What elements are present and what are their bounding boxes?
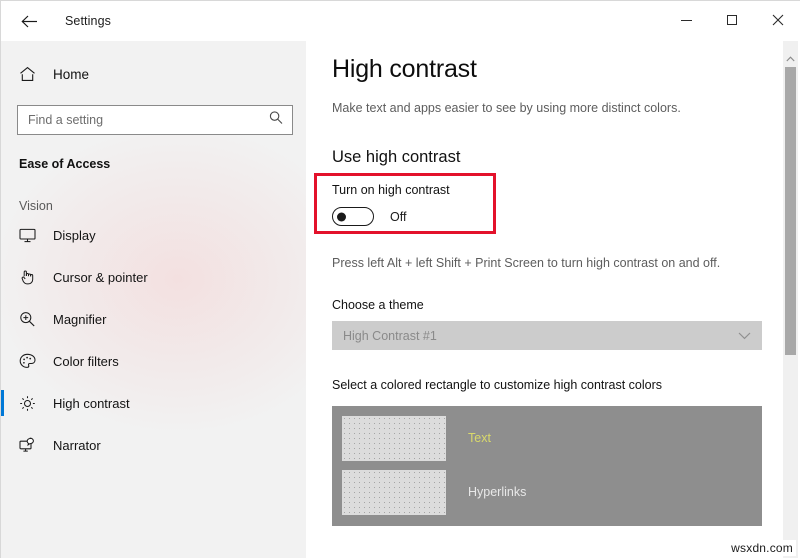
high-contrast-toggle-switch[interactable] [332, 207, 374, 226]
sidebar-item-cursor-pointer[interactable]: Cursor & pointer [1, 257, 306, 297]
high-contrast-toggle-group: Turn on high contrast Off [314, 173, 500, 234]
sidebar-item-label: Narrator [53, 437, 101, 453]
sidebar-item-label: Color filters [53, 353, 119, 369]
window-title: Settings [65, 14, 111, 28]
sidebar-group-vision: Vision [19, 199, 53, 213]
swatch-label-hyperlinks: Hyperlinks [468, 485, 527, 499]
choose-theme-label: Choose a theme [332, 298, 424, 312]
section-heading-use-high-contrast: Use high contrast [332, 148, 461, 166]
toggle-state-label: Off [390, 209, 407, 224]
theme-dropdown[interactable]: High Contrast #1 [332, 321, 762, 350]
sidebar-item-label: Magnifier [53, 311, 107, 327]
window-controls [663, 1, 800, 39]
cursor-pointer-icon [19, 269, 45, 285]
keyboard-shortcut-hint: Press left Alt + left Shift + Print Scre… [332, 256, 721, 270]
sidebar-category-title: Ease of Access [19, 157, 111, 171]
sidebar-item-color-filters[interactable]: Color filters [1, 341, 306, 381]
settings-window: Settings Home Find a setting Ease of Acc… [0, 0, 800, 558]
search-icon [269, 111, 283, 130]
scrollbar-thumb[interactable] [785, 67, 796, 355]
monitor-icon [19, 228, 45, 243]
color-swatch-hyperlinks[interactable] [342, 469, 446, 515]
selection-indicator [1, 390, 4, 416]
sidebar-item-magnifier[interactable]: Magnifier [1, 299, 306, 339]
sidebar-item-high-contrast[interactable]: High contrast [1, 383, 306, 423]
content-scrollbar[interactable] [783, 41, 798, 558]
theme-dropdown-value: High Contrast #1 [343, 328, 437, 343]
close-icon [772, 14, 784, 26]
sidebar-item-label: Cursor & pointer [53, 269, 148, 285]
chevron-up-icon [786, 56, 795, 62]
color-preview-panel: Text Hyperlinks [332, 406, 762, 526]
toggle-row: Off [332, 207, 500, 226]
swatch-row-hyperlinks: Hyperlinks [342, 468, 762, 516]
home-label: Home [53, 66, 90, 82]
swatch-label-text: Text [468, 431, 491, 445]
back-button[interactable] [7, 5, 51, 37]
swatch-row-text: Text [342, 414, 762, 462]
maximize-button[interactable] [709, 1, 755, 39]
chevron-down-icon [738, 327, 751, 345]
sidebar-item-label: Display [53, 227, 96, 243]
title-bar: Settings [1, 1, 800, 41]
scroll-up-button[interactable] [783, 51, 798, 67]
color-swatch-text[interactable] [342, 415, 446, 461]
page-title: High contrast [332, 55, 477, 83]
sidebar-item-display[interactable]: Display [1, 215, 306, 255]
main-content: High contrast Make text and apps easier … [306, 41, 800, 558]
toggle-knob [337, 212, 346, 221]
palette-icon [19, 353, 45, 369]
watermark: wsxdn.com [728, 540, 796, 556]
search-input[interactable]: Find a setting [17, 105, 293, 135]
sidebar-item-label: High contrast [53, 395, 130, 411]
minimize-button[interactable] [663, 1, 709, 39]
magnifier-icon [19, 311, 45, 327]
back-arrow-icon [20, 15, 37, 27]
brightness-sun-icon [19, 395, 45, 412]
page-subtitle: Make text and apps easier to see by usin… [332, 101, 681, 115]
sidebar: Home Find a setting Ease of Access Visio… [1, 41, 306, 558]
sidebar-item-narrator[interactable]: Narrator [1, 425, 306, 465]
home-icon [19, 66, 45, 82]
customize-colors-label: Select a colored rectangle to customize … [332, 378, 663, 392]
toggle-label: Turn on high contrast [332, 183, 450, 197]
sidebar-item-home[interactable]: Home [1, 57, 306, 91]
narrator-icon [19, 437, 45, 453]
search-placeholder: Find a setting [28, 113, 104, 127]
close-button[interactable] [755, 1, 800, 39]
